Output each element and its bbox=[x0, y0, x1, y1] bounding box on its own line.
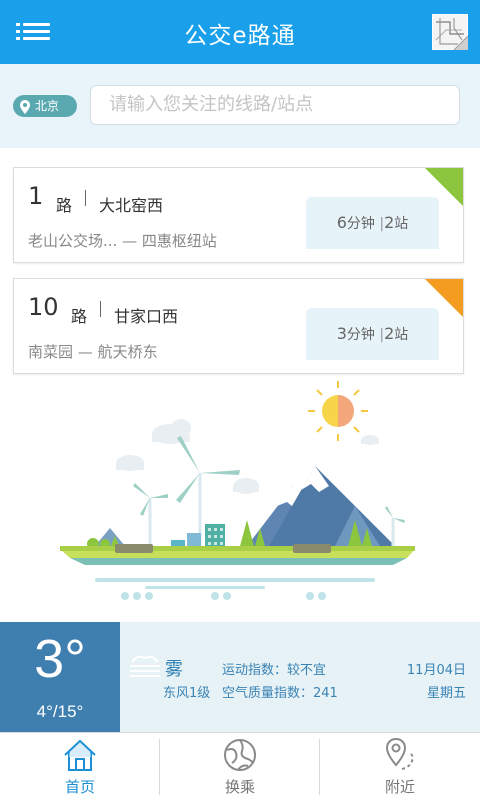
eta-minutes: 6 bbox=[336, 213, 347, 232]
weather-panel[interactable]: 3° 4°/15° 雾 东风1级 运动指数：较不宜 空气质量指数：241 11月… bbox=[0, 622, 480, 732]
eta-minutes-unit: 分钟 bbox=[346, 216, 375, 232]
route-connector: — bbox=[77, 343, 93, 361]
eta-box: 3分钟 |2站 bbox=[306, 308, 439, 360]
city-label: 北京 bbox=[35, 99, 60, 113]
route-destination: 甘家口西 bbox=[114, 307, 179, 326]
temperature-block: 3° 4°/15° bbox=[0, 622, 120, 732]
weather-weekday: 星期五 bbox=[426, 686, 466, 701]
route-suffix: 路 bbox=[56, 196, 73, 215]
search-input[interactable]: 请输入您关注的线路/站点 bbox=[90, 85, 460, 125]
tab-home[interactable]: 首页 bbox=[0, 733, 160, 800]
nearby-pin-icon bbox=[382, 737, 418, 773]
location-pin-icon bbox=[20, 99, 30, 121]
route-card[interactable]: 1 路 大北窑西 老山公交场... — 四惠枢纽站 6分钟 |2站 bbox=[13, 167, 464, 263]
wind-info: 东风1级 bbox=[163, 686, 211, 701]
subway-map-icon[interactable] bbox=[432, 14, 469, 51]
route-from: 老山公交场... bbox=[28, 232, 118, 250]
route-endpoints: 老山公交场... — 四惠枢纽站 bbox=[28, 230, 217, 251]
divider bbox=[85, 190, 86, 206]
tab-transfer[interactable]: 换乘 bbox=[160, 733, 320, 800]
weather-date: 11月04日 bbox=[406, 663, 466, 678]
eta-stops: 2 bbox=[384, 324, 395, 343]
sport-index: 运动指数：较不宜 bbox=[222, 663, 327, 678]
eta-box: 6分钟 |2站 bbox=[306, 197, 439, 249]
tab-label: 换乘 bbox=[224, 778, 255, 796]
air-quality-index: 空气质量指数：241 bbox=[222, 686, 338, 701]
route-suffix: 路 bbox=[71, 307, 88, 326]
route-card[interactable]: 10 路 甘家口西 南菜园 — 航天桥东 3分钟 |2站 bbox=[13, 278, 464, 374]
tab-nearby[interactable]: 附近 bbox=[320, 733, 480, 800]
fog-icon bbox=[128, 652, 162, 682]
route-connector: — bbox=[122, 232, 138, 250]
tab-label: 附近 bbox=[384, 778, 415, 796]
eta-minutes-unit: 分钟 bbox=[346, 327, 375, 343]
route-number: 10 bbox=[28, 293, 59, 321]
city-selector[interactable]: 北京 bbox=[13, 95, 77, 117]
eta-stops: 2 bbox=[384, 213, 395, 232]
route-number: 1 bbox=[28, 182, 44, 210]
route-from: 南菜园 bbox=[28, 343, 74, 361]
eta-stops-unit: 站 bbox=[394, 216, 409, 232]
route-destination: 大北窑西 bbox=[99, 196, 164, 215]
current-temperature: 3° bbox=[34, 629, 86, 689]
eta-stops-unit: 站 bbox=[394, 327, 409, 343]
city-illustration bbox=[55, 378, 425, 608]
tab-label: 首页 bbox=[64, 778, 95, 796]
transfer-globe-icon bbox=[222, 737, 258, 773]
route-to: 四惠枢纽站 bbox=[141, 232, 217, 250]
home-icon bbox=[62, 737, 98, 773]
bottom-tab-bar: 首页 换乘 附近 bbox=[0, 732, 480, 800]
temperature-range: 4°/15° bbox=[36, 702, 84, 721]
divider bbox=[100, 301, 101, 317]
route-endpoints: 南菜园 — 航天桥东 bbox=[28, 341, 158, 362]
app-header: 公交e路通 bbox=[0, 0, 480, 64]
eta-minutes: 3 bbox=[336, 324, 347, 343]
weather-condition: 雾 bbox=[165, 659, 183, 680]
app-title: 公交e路通 bbox=[184, 23, 296, 49]
sun-icon bbox=[308, 381, 368, 441]
route-to: 航天桥东 bbox=[97, 343, 158, 361]
